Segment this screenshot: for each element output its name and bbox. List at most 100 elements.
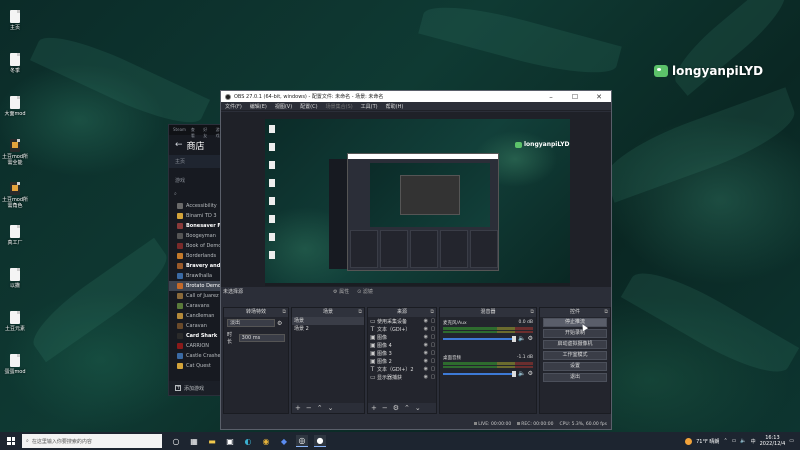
- lock-icon[interactable]: ▢: [430, 358, 436, 364]
- lock-icon[interactable]: ▢: [430, 334, 436, 340]
- lock-icon[interactable]: ▢: [430, 342, 436, 348]
- control-button[interactable]: 停止推流: [543, 318, 607, 327]
- control-button[interactable]: 启动虚拟摄像机: [543, 340, 607, 349]
- transition-select[interactable]: 淡出: [227, 319, 275, 327]
- obs-menu-item[interactable]: 文件(F): [225, 103, 242, 110]
- desktop-icon[interactable]: 土豆mod所 需全能: [0, 139, 30, 166]
- obs-menu-item[interactable]: 场景集合(S): [326, 103, 353, 110]
- move-down-icon[interactable]: ⌄: [415, 404, 421, 412]
- list-item[interactable]: Brotato Demo: [169, 281, 227, 291]
- source-item[interactable]: ▣ 图像 4 ◉ ▢: [368, 341, 436, 349]
- scene-item[interactable]: 场景: [292, 317, 364, 325]
- list-item[interactable]: Candleman: [169, 311, 227, 321]
- desktop-icon[interactable]: 主页: [0, 10, 30, 31]
- eye-icon[interactable]: ◉: [424, 334, 428, 340]
- list-item[interactable]: Bonesaver Finiss: [169, 221, 227, 231]
- obs-menu-item[interactable]: 帮助(H): [386, 103, 404, 110]
- obs-preview[interactable]: longyanpiLYD: [265, 119, 570, 289]
- list-item[interactable]: Caravans: [169, 301, 227, 311]
- steam-menu-item[interactable]: Steam: [173, 127, 186, 133]
- input-method-icon[interactable]: 中: [751, 438, 756, 445]
- source-item[interactable]: ▣ 图像 ◉ ▢: [368, 333, 436, 341]
- list-item[interactable]: Brawlhalla: [169, 271, 227, 281]
- notification-icon[interactable]: ▭: [789, 438, 794, 444]
- steam-store-tab[interactable]: 商店: [187, 139, 205, 152]
- source-item[interactable]: T 文本（GDI+） ◉ ▢: [368, 325, 436, 333]
- minimize-icon[interactable]: –: [539, 93, 563, 101]
- move-down-icon[interactable]: ⌄: [328, 404, 334, 412]
- eye-icon[interactable]: ◉: [424, 326, 428, 332]
- list-item[interactable]: Book of Demons: [169, 241, 227, 251]
- remove-icon[interactable]: −: [382, 404, 388, 412]
- add-game-button[interactable]: + 添加游戏: [169, 381, 227, 395]
- obs-menu-item[interactable]: 编辑(E): [250, 103, 267, 110]
- eye-icon[interactable]: ◉: [424, 342, 428, 348]
- control-button[interactable]: 退出: [543, 373, 607, 382]
- lock-icon[interactable]: ▢: [430, 318, 436, 324]
- gear-icon[interactable]: ⚙: [528, 335, 533, 342]
- list-item[interactable]: Accessibility: [169, 201, 227, 211]
- eye-icon[interactable]: ◉: [424, 366, 428, 372]
- list-item[interactable]: Caravan: [169, 321, 227, 331]
- desktop-icon[interactable]: 冬季: [0, 53, 30, 74]
- steam-window[interactable]: Steam 查看 好友 游戏 ← 商店 主页 游戏 ⌕ Accessibility Bi…: [168, 124, 228, 396]
- scene-item[interactable]: 场景 2: [292, 325, 364, 333]
- steam-home[interactable]: 主页: [169, 155, 227, 168]
- gear-icon[interactable]: ⚙: [393, 404, 399, 412]
- steam-search[interactable]: ⌕: [174, 190, 222, 198]
- task-view-icon[interactable]: ○: [170, 435, 182, 447]
- add-icon[interactable]: +: [371, 404, 377, 412]
- obs-menu-item[interactable]: 工具(T): [361, 103, 378, 110]
- steam-menu-item[interactable]: 查看: [191, 127, 198, 138]
- speaker-icon[interactable]: 🔈: [518, 335, 525, 342]
- duration-input[interactable]: 300 ms: [238, 334, 285, 342]
- chrome-icon[interactable]: ◉: [260, 435, 272, 447]
- network-icon[interactable]: ▭: [732, 438, 737, 444]
- gear-icon[interactable]: ⚙: [277, 320, 282, 327]
- lock-icon[interactable]: ▢: [430, 326, 436, 332]
- desktop-icon[interactable]: 土豆mod所 需角色: [0, 182, 30, 209]
- move-up-icon[interactable]: ⌃: [317, 404, 323, 412]
- control-button[interactable]: 设置: [543, 362, 607, 371]
- app-icon[interactable]: ◆: [278, 435, 290, 447]
- weather-text[interactable]: 71°F 晴朗: [696, 438, 719, 445]
- eye-icon[interactable]: ◉: [424, 358, 428, 364]
- properties-button[interactable]: ⚙ 属性: [333, 288, 349, 295]
- lock-icon[interactable]: ▢: [430, 350, 436, 356]
- source-item[interactable]: ▭ 显示器捕获 ◉ ▢: [368, 373, 436, 381]
- list-item[interactable]: Bravery and Greed: [169, 261, 227, 271]
- desktop-icon[interactable]: 土豆元素: [0, 311, 30, 332]
- desktop-icon[interactable]: 真工厂: [0, 225, 30, 246]
- obs-menu-item[interactable]: 视图(V): [275, 103, 292, 110]
- obs-icon[interactable]: ●: [314, 435, 326, 447]
- gear-icon[interactable]: ⚙: [528, 370, 533, 377]
- list-item[interactable]: Call of Juarez: [169, 291, 227, 301]
- volume-slider[interactable]: [443, 335, 517, 342]
- steam-menu-item[interactable]: 好友: [203, 127, 210, 138]
- eye-icon[interactable]: ◉: [424, 350, 428, 356]
- list-item[interactable]: Borderlands: [169, 251, 227, 261]
- store-icon[interactable]: ▣: [224, 435, 236, 447]
- list-item[interactable]: Card Shark: [169, 331, 227, 341]
- desktop-icon[interactable]: 大面mod: [0, 96, 30, 117]
- eye-icon[interactable]: ◉: [424, 318, 428, 324]
- start-button[interactable]: [0, 437, 22, 445]
- control-button[interactable]: 工作室模式: [543, 351, 607, 360]
- list-item[interactable]: Binami TD 3: [169, 211, 227, 221]
- steam-icon[interactable]: ◎: [296, 435, 308, 447]
- list-item[interactable]: CARRION: [169, 341, 227, 351]
- source-item[interactable]: ▭ 使用采集设备 ◉ ▢: [368, 317, 436, 325]
- list-item[interactable]: Boogeyman: [169, 231, 227, 241]
- widgets-icon[interactable]: ▦: [188, 435, 200, 447]
- move-up-icon[interactable]: ⌃: [404, 404, 410, 412]
- eye-icon[interactable]: ◉: [424, 374, 428, 380]
- list-item[interactable]: Cat Quest: [169, 361, 227, 371]
- desktop-icon[interactable]: 蛋蛋mod: [0, 354, 30, 375]
- add-icon[interactable]: +: [295, 404, 301, 412]
- close-icon[interactable]: ✕: [587, 93, 611, 101]
- chevron-up-icon[interactable]: ⌃: [723, 438, 727, 444]
- desktop-icon[interactable]: 以撒: [0, 268, 30, 289]
- speaker-icon[interactable]: 🔈: [518, 370, 525, 377]
- volume-icon[interactable]: 🔈: [740, 438, 746, 444]
- source-item[interactable]: ▣ 图像 2 ◉ ▢: [368, 357, 436, 365]
